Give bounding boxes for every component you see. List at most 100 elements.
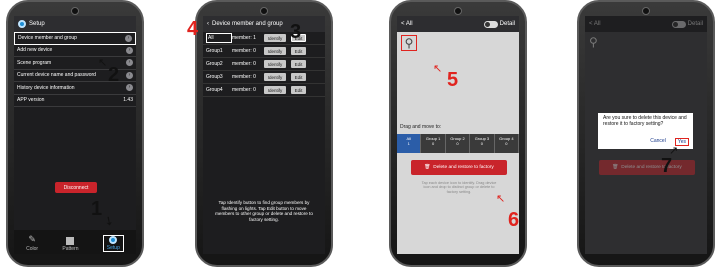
tab-label: Setup <box>106 245 120 251</box>
confirm-dialog: Are you sure to delete this device and r… <box>598 113 693 149</box>
group-row: Group1 member: 0 Identify Edit <box>203 45 325 58</box>
tab-label: Color <box>26 246 39 252</box>
phone-frame-1: Setup Device member and group › Add new d… <box>6 0 144 267</box>
callout-1: 1 <box>91 198 103 220</box>
target-count: 0 <box>505 141 508 146</box>
target-group2[interactable]: Group 20 <box>446 134 471 153</box>
menu-item-label: Device member and group <box>18 35 77 42</box>
chevron-right-icon: › <box>126 84 133 92</box>
hint-text: Tap each device icon to identify. Drag d… <box>421 181 497 194</box>
detail-toggle <box>671 20 686 28</box>
delete-restore-button[interactable]: 🗑 Delete and restore to factory <box>411 160 507 175</box>
callout-4: 4 <box>187 18 199 40</box>
group-name: Group1 <box>206 48 223 54</box>
page-title: Setup <box>29 21 45 27</box>
group-member-count: member: 0 <box>232 48 256 54</box>
arrow-6: ↖ <box>496 193 506 205</box>
identify-button[interactable]: Identify <box>264 73 286 81</box>
target-count: 0 <box>456 141 459 146</box>
detail-toggle[interactable] <box>483 20 498 28</box>
page-title: All <box>593 21 601 27</box>
palette-icon: ✎ <box>28 234 36 244</box>
identify-button[interactable]: Identify <box>264 60 286 68</box>
phone-frame-2: ‹ Device member and group All member: 1 Ide… <box>195 0 333 267</box>
chevron-right-icon: › <box>126 59 133 67</box>
target-all[interactable]: All 1 <box>397 134 422 153</box>
delete-label: Delete and restore to factory <box>433 165 494 170</box>
edit-button[interactable]: Edit <box>291 73 306 81</box>
tab-label: Pattern <box>62 246 79 252</box>
edit-button[interactable]: Edit <box>291 86 306 94</box>
title-bar: Setup <box>14 16 136 32</box>
identify-button[interactable]: Identify <box>264 34 286 42</box>
title-bar: < All Detail <box>585 16 707 32</box>
tab-bar: ✎ Color Pattern Setup <box>14 230 136 254</box>
callout-6: 6 <box>508 209 520 231</box>
camera <box>642 7 650 15</box>
trash-icon: 🗑 <box>424 165 431 170</box>
group-member-count: member: 1 <box>232 35 256 41</box>
target-group1[interactable]: Group 10 <box>421 134 446 153</box>
edit-button[interactable]: Edit <box>291 47 306 55</box>
group-member-count: member: 0 <box>232 87 256 93</box>
edit-button[interactable]: Edit <box>291 60 306 68</box>
gear-icon <box>18 20 26 28</box>
menu-item-label: History device information <box>17 84 75 91</box>
group-member-count: member: 0 <box>232 74 256 80</box>
menu-item-label: APP version <box>17 97 45 104</box>
chevron-right-icon: › <box>126 46 133 54</box>
group-screen: ‹ Device member and group All member: 1 Ide… <box>203 16 325 254</box>
disconnect-button[interactable]: Disconnect <box>55 182 97 193</box>
group-row: Group4 member: 0 Identify Edit <box>203 84 325 97</box>
camera <box>71 7 79 15</box>
chevron-right-icon: › <box>125 34 132 42</box>
callout-7: 7 <box>661 155 673 177</box>
identify-button[interactable]: Identify <box>264 47 286 55</box>
menu-item-label: Scene program <box>17 59 52 66</box>
tab-setup[interactable]: Setup <box>102 235 124 252</box>
tab-color[interactable]: ✎ Color <box>26 234 38 252</box>
group-row: Group3 member: 0 Identify Edit <box>203 71 325 84</box>
target-group3[interactable]: Group 30 <box>470 134 495 153</box>
group-name: Group3 <box>206 74 223 80</box>
camera <box>454 7 462 15</box>
phone-frame-3: < All Detail ⚲ Drag and move to: All 1 Gro… <box>389 0 527 267</box>
identify-button[interactable]: Identify <box>264 86 286 94</box>
menu-item-label: Add new device <box>17 47 53 54</box>
phone-frame-4: < All Detail ⚲ 🗑 Delete and restore to fac… <box>577 0 715 267</box>
target-count: 0 <box>431 141 435 146</box>
menu-item-app-version: APP version 1.43 <box>14 95 136 107</box>
page-title: All <box>405 21 413 27</box>
group-target-bar: All 1 Group 10 Group 20 Group 30 Group 40 <box>397 134 519 153</box>
menu-item-add-device[interactable]: Add new device › <box>14 45 136 57</box>
back-arrow-icon[interactable]: ‹ <box>207 21 209 27</box>
pattern-icon <box>66 237 75 245</box>
detail-label: Detail <box>687 21 703 27</box>
page-title: Device member and group <box>212 21 283 27</box>
target-count: 0 <box>480 141 484 146</box>
app-version-value: 1.43 <box>123 97 133 104</box>
trash-icon: 🗑 <box>612 165 619 170</box>
callout-5: 5 <box>447 69 459 91</box>
title-bar: < All Detail <box>397 16 519 32</box>
group-row: Group2 member: 0 Identify Edit <box>203 58 325 71</box>
help-text: Tap Identify button to find group member… <box>215 200 313 222</box>
group-row: All member: 1 Identify Edit <box>203 32 325 45</box>
callout-3: 3 <box>290 21 302 43</box>
camera <box>260 7 268 15</box>
gear-icon <box>109 236 118 244</box>
confirm-screen: < All Detail ⚲ 🗑 Delete and restore to fac… <box>585 16 707 254</box>
group-member-count: member: 0 <box>232 61 256 67</box>
back-arrow-icon[interactable]: < <box>401 21 405 27</box>
group-name: All <box>206 33 232 43</box>
menu-item-label: Current device name and password <box>17 72 96 79</box>
tab-pattern[interactable]: Pattern <box>62 237 79 252</box>
drag-label: Drag and move to: <box>400 124 442 130</box>
lamp-icon[interactable]: ⚲ <box>401 35 417 51</box>
group-name: Group4 <box>206 87 223 93</box>
back-arrow-icon[interactable]: < <box>589 21 593 27</box>
menu-item-device-member[interactable]: Device member and group › <box>14 32 136 45</box>
target-group4[interactable]: Group 40 <box>495 134 519 153</box>
cancel-button[interactable]: Cancel <box>650 138 666 146</box>
delete-restore-button: 🗑 Delete and restore to factory <box>599 160 695 175</box>
